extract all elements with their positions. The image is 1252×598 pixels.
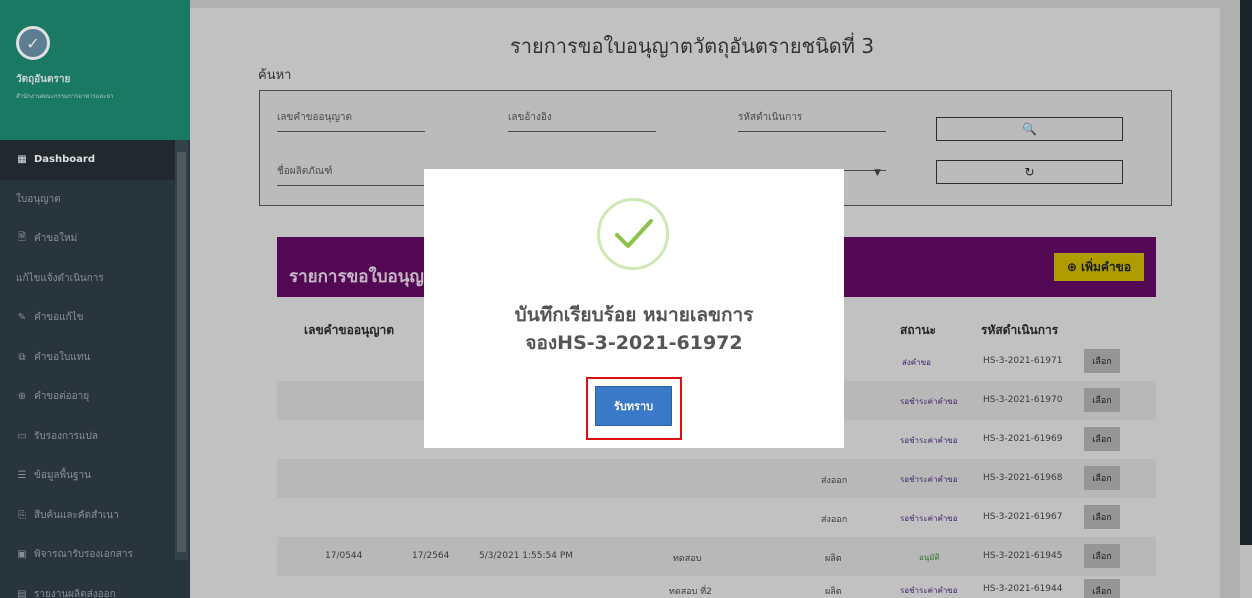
dialog-message-line1: บันทึกเรียบร้อย หมายเลขการ [514, 304, 754, 326]
dialog-message-line2: จองHS-3-2021-61972 [525, 332, 743, 354]
success-dialog: บันทึกเรียบร้อย หมายเลขการ จองHS-3-2021-… [424, 169, 844, 448]
acknowledge-button[interactable]: รับทราบ [595, 386, 672, 426]
success-check-icon [597, 198, 669, 270]
dialog-message: บันทึกเรียบร้อย หมายเลขการ จองHS-3-2021-… [424, 301, 844, 357]
